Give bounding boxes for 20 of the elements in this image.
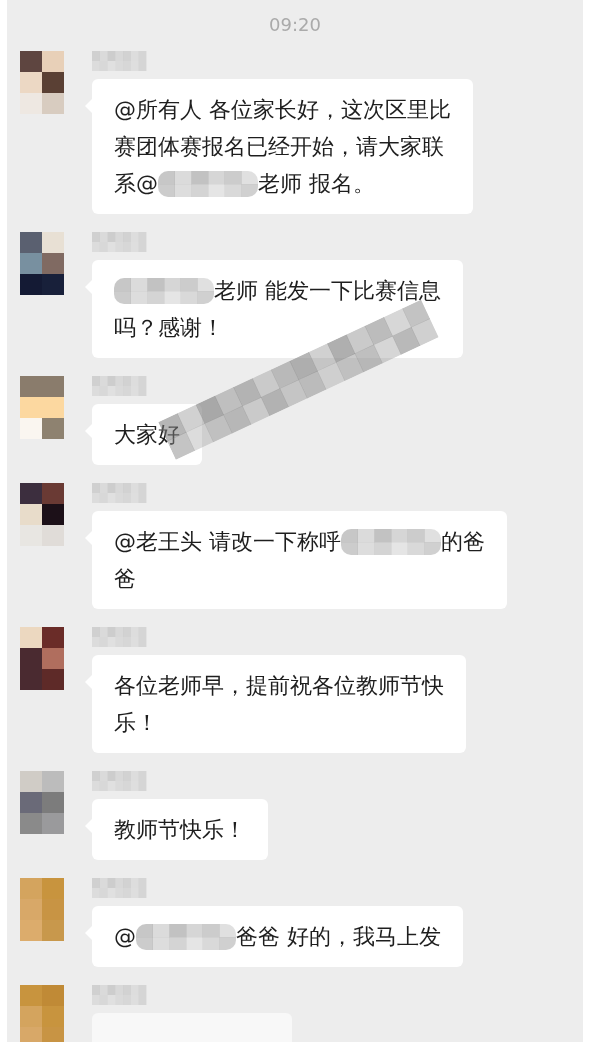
message-text: 赛团体赛报名已经开始，请大家联 (114, 133, 444, 161)
timestamp: 09:20 (268, 14, 322, 35)
message-text: 大家好 (114, 421, 180, 449)
message-text: 的爸 (441, 528, 485, 556)
avatar-icon[interactable] (20, 627, 64, 690)
message-text: 爸 (114, 565, 136, 593)
message-text: @所有人 各位家长好，这次区里比 (114, 96, 451, 124)
avatar-icon[interactable] (20, 51, 64, 114)
avatar-icon[interactable] (20, 483, 64, 546)
message-text: 教师节快乐！ (114, 816, 246, 844)
message-text: 各位老师早，提前祝各位教师节快 (114, 672, 444, 700)
message-text: 吗？感谢！ (114, 314, 224, 342)
message-text: 老师 报名。 (258, 170, 375, 198)
message-text: 老师 能发一下比赛信息 (214, 277, 441, 305)
message-text: @ (114, 923, 136, 951)
message-text: @老王头 请改一下称呼 (114, 528, 341, 556)
message-text: 系@ (114, 170, 158, 198)
message-text: 乐！ (114, 709, 158, 737)
message-text: 爸爸 好的，我马上发 (236, 923, 441, 951)
avatar-icon[interactable] (20, 232, 64, 295)
